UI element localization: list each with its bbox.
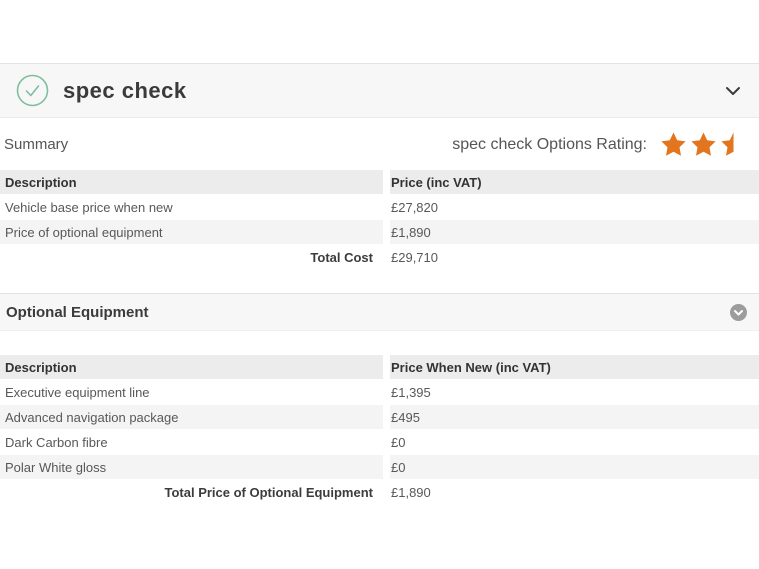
table-row: Executive equipment line £1,395 bbox=[0, 380, 759, 404]
row-description: Price of optional equipment bbox=[0, 220, 383, 244]
summary-table: Description Price (inc VAT) Vehicle base… bbox=[0, 170, 759, 270]
column-header-description: Description bbox=[0, 170, 383, 194]
star-rating-icons bbox=[657, 131, 747, 158]
row-price: £0 bbox=[391, 434, 406, 450]
options-rating: spec check Options Rating: bbox=[452, 131, 747, 158]
chevron-down-circle-icon[interactable] bbox=[730, 303, 747, 321]
total-label: Total Cost bbox=[310, 249, 373, 265]
row-description: Executive equipment line bbox=[5, 384, 150, 400]
table-row: Advanced navigation package £495 bbox=[0, 405, 759, 429]
table-header-row: Description Price (inc VAT) bbox=[0, 170, 759, 194]
optional-equipment-header[interactable]: Optional Equipment bbox=[0, 293, 759, 331]
column-header-price: Price When New (inc VAT) bbox=[390, 355, 759, 379]
column-header-description: Description bbox=[0, 355, 383, 379]
spec-check-header[interactable]: spec check bbox=[0, 63, 759, 118]
table-row: Polar White gloss £0 bbox=[0, 455, 759, 479]
half-star-icon bbox=[721, 132, 734, 156]
panel-title: spec check bbox=[63, 77, 187, 103]
total-label: Total Price of Optional Equipment bbox=[164, 484, 374, 500]
check-circle-icon bbox=[16, 74, 49, 107]
summary-label: Summary bbox=[4, 136, 69, 153]
table-row: Price of optional equipment £1,890 bbox=[0, 220, 759, 244]
column-header-price: Price (inc VAT) bbox=[390, 170, 759, 194]
row-description: Advanced navigation package bbox=[0, 405, 383, 429]
row-description: Polar White gloss bbox=[0, 455, 383, 479]
total-row: Total Price of Optional Equipment £1,890 bbox=[0, 480, 759, 504]
row-price: £1,395 bbox=[391, 384, 431, 400]
table-row: Vehicle base price when new £27,820 bbox=[0, 195, 759, 219]
row-description: Vehicle base price when new bbox=[5, 199, 173, 215]
row-price: £495 bbox=[390, 405, 759, 429]
row-price: £27,820 bbox=[391, 199, 438, 215]
summary-row: Summary spec check Options Rating: bbox=[0, 119, 759, 170]
star-icon bbox=[691, 132, 716, 156]
star-icon bbox=[661, 132, 686, 156]
table-row: Dark Carbon fibre £0 bbox=[0, 430, 759, 454]
total-row: Total Cost £29,710 bbox=[0, 245, 759, 269]
optional-equipment-table: Description Price When New (inc VAT) Exe… bbox=[0, 355, 759, 505]
row-description: Dark Carbon fibre bbox=[5, 434, 108, 450]
table-header-row: Description Price When New (inc VAT) bbox=[0, 355, 759, 379]
total-value: £29,710 bbox=[391, 249, 438, 265]
row-price: £0 bbox=[390, 455, 759, 479]
total-value: £1,890 bbox=[391, 484, 431, 500]
row-price: £1,890 bbox=[390, 220, 759, 244]
spec-check-panel: spec check Summary spec check Options Ra… bbox=[0, 0, 759, 569]
section-title: Optional Equipment bbox=[6, 303, 149, 321]
rating-label: spec check Options Rating: bbox=[452, 135, 647, 153]
chevron-down-icon[interactable] bbox=[723, 81, 743, 101]
